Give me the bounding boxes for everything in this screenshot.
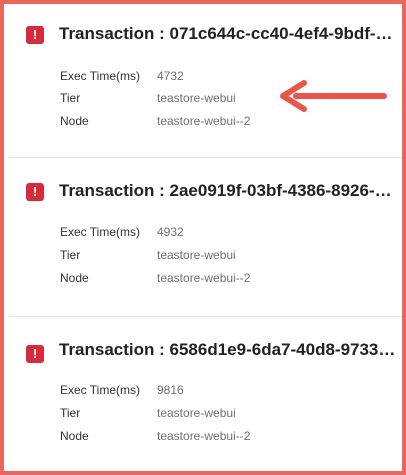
transaction-title[interactable]: Transaction : 6586d1e9-6da7-40d8-9733-6.…	[59, 339, 399, 361]
tier-label: Tier	[60, 91, 81, 105]
transaction-title[interactable]: Transaction : 2ae0919f-03bf-4386-8926-d3…	[59, 180, 399, 202]
exec-time-value: 9816	[157, 383, 184, 397]
error-icon: !	[26, 183, 44, 201]
node-value: teastore-webui--2	[157, 271, 251, 285]
exec-time-value: 4932	[157, 225, 184, 239]
transaction-title[interactable]: Transaction : 071c644c-cc40-4ef4-9bdf-c7…	[59, 23, 399, 45]
tier-value: teastore-webui	[157, 248, 236, 262]
error-icon: !	[26, 345, 44, 363]
transaction-card[interactable]: ! Transaction : 2ae0919f-03bf-4386-8926-…	[8, 158, 402, 317]
node-label: Node	[60, 429, 89, 443]
error-icon: !	[26, 26, 44, 44]
transaction-card[interactable]: ! Transaction : 6586d1e9-6da7-40d8-9733-…	[8, 317, 402, 471]
exec-time-label: Exec Time(ms)	[60, 383, 141, 397]
tier-value: teastore-webui	[157, 406, 236, 420]
red-arrow-icon	[280, 80, 387, 112]
tier-label: Tier	[60, 248, 81, 262]
tier-label: Tier	[60, 406, 81, 420]
transaction-card[interactable]: ! Transaction : 071c644c-cc40-4ef4-9bdf-…	[8, 8, 402, 158]
node-label: Node	[60, 114, 89, 128]
node-label: Node	[60, 271, 89, 285]
node-value: teastore-webui--2	[157, 114, 251, 128]
exec-time-label: Exec Time(ms)	[60, 69, 141, 83]
screenshot-frame: ! Transaction : 071c644c-cc40-4ef4-9bdf-…	[0, 0, 406, 475]
exec-time-label: Exec Time(ms)	[60, 225, 141, 239]
node-value: teastore-webui--2	[157, 429, 251, 443]
